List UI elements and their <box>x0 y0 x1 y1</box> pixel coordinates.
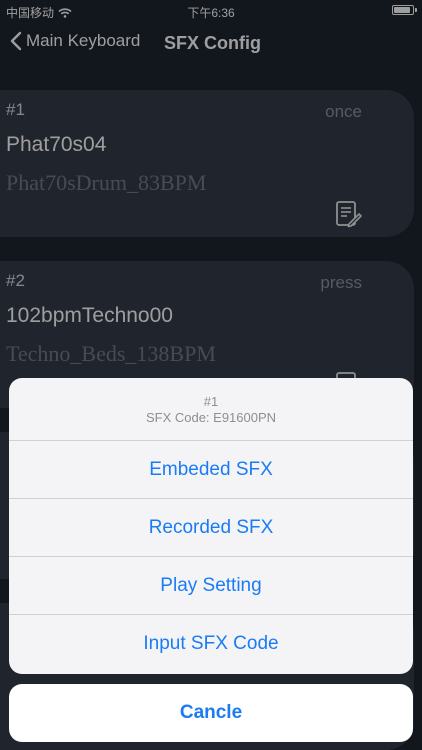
play-setting-button[interactable]: Play Setting <box>9 557 413 615</box>
action-sheet-subtitle: SFX Code: E91600PN <box>145 410 277 425</box>
action-sheet-title: #1 <box>203 394 219 409</box>
action-sheet: #1 SFX Code: E91600PN Embeded SFX Record… <box>9 378 413 674</box>
action-sheet-header: #1 SFX Code: E91600PN <box>9 378 413 441</box>
cancel-button[interactable]: Cancle <box>9 684 413 742</box>
input-sfx-code-button[interactable]: Input SFX Code <box>9 615 413 673</box>
embeded-sfx-button[interactable]: Embeded SFX <box>9 441 413 499</box>
recorded-sfx-button[interactable]: Recorded SFX <box>9 499 413 557</box>
